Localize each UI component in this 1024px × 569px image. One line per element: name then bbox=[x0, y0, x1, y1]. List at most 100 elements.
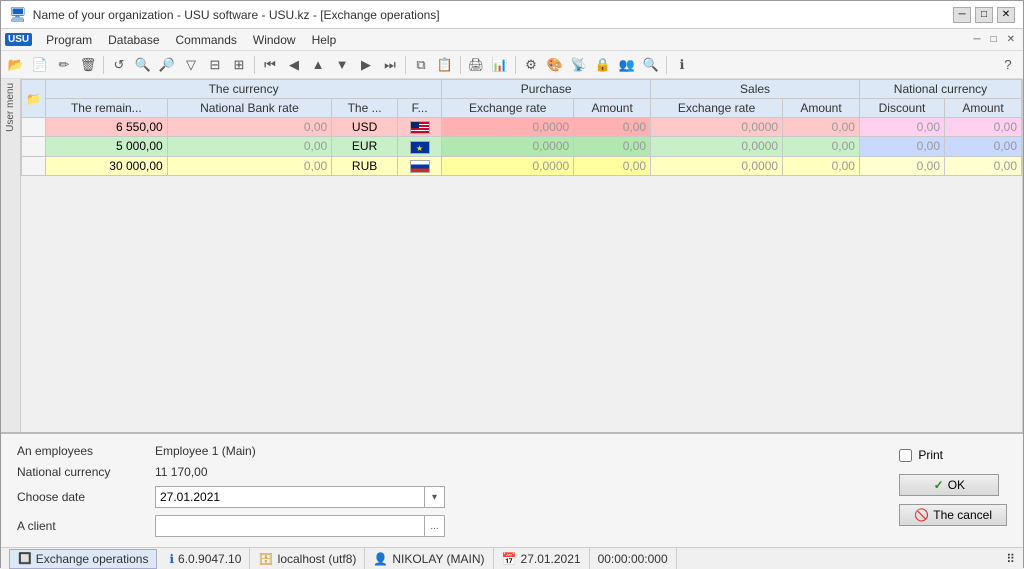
tb-nav-down[interactable]: ▼ bbox=[331, 54, 353, 76]
toolbar: 📂 📄 ✏ 🗑 ↺ 🔍 🔎 ▽ ⊟ ⊞ ⏮ ◀ ▲ ▼ ▶ ⏭ ⧉ 📋 🖨 📊 … bbox=[1, 51, 1023, 79]
tb-nav-last[interactable]: ⏭ bbox=[379, 54, 401, 76]
tb-theme[interactable]: 🎨 bbox=[544, 54, 566, 76]
col-discount: Discount bbox=[859, 99, 944, 118]
tb-refresh[interactable]: ↺ bbox=[108, 54, 130, 76]
tb-nav-first[interactable]: ⏮ bbox=[259, 54, 281, 76]
tb-info[interactable]: ℹ bbox=[671, 54, 693, 76]
tb-new[interactable]: 📄 bbox=[29, 54, 51, 76]
date-input[interactable] bbox=[156, 487, 424, 507]
cell-purchase-rate: 0,0000 bbox=[442, 118, 574, 137]
table-row[interactable]: 30 000,00 0,00 RUB 0,0000 0,00 0,0000 0,… bbox=[22, 156, 1022, 175]
date-dropdown-btn[interactable]: ▾ bbox=[424, 487, 444, 507]
tb-nav-up[interactable]: ▲ bbox=[307, 54, 329, 76]
cancel-button[interactable]: 🚫 The cancel bbox=[899, 504, 1007, 526]
menu-window[interactable]: Window bbox=[245, 31, 304, 49]
tb-nav-prev[interactable]: ◀ bbox=[283, 54, 305, 76]
cell-purchase-amount: 0,00 bbox=[574, 137, 651, 156]
menu-program[interactable]: Program bbox=[38, 31, 100, 49]
tb-filter[interactable]: ▽ bbox=[180, 54, 202, 76]
app-logo: USU bbox=[5, 33, 32, 46]
col-amount: Amount bbox=[945, 99, 1022, 118]
client-input-container[interactable]: ... bbox=[155, 515, 445, 537]
header-purchase-group: Purchase bbox=[442, 80, 651, 99]
menu-minimize[interactable]: ─ bbox=[969, 34, 984, 45]
tb-open[interactable]: 📂 bbox=[5, 54, 27, 76]
tb-group[interactable]: ⊞ bbox=[228, 54, 250, 76]
cell-purchase-rate: 0,0000 bbox=[442, 156, 574, 175]
cell-amount: 0,00 bbox=[945, 156, 1022, 175]
tb-settings[interactable]: ⚙ bbox=[520, 54, 542, 76]
cell-remain: 5 000,00 bbox=[45, 137, 167, 156]
tb-filter2[interactable]: ⊟ bbox=[204, 54, 226, 76]
table-row[interactable]: 6 550,00 0,00 USD 0,0000 0,00 0,0000 0,0… bbox=[22, 118, 1022, 137]
tb-help-right[interactable]: ? bbox=[997, 54, 1019, 76]
tb-search[interactable]: 🔍 bbox=[132, 54, 154, 76]
cell-purchase-amount: 0,00 bbox=[574, 118, 651, 137]
menu-bar: USU Program Database Commands Window Hel… bbox=[1, 29, 1023, 51]
date-icon: 📅 bbox=[502, 552, 517, 566]
tb-delete[interactable]: 🗑 bbox=[77, 54, 99, 76]
cell-flag bbox=[397, 156, 441, 175]
col-the: The ... bbox=[332, 99, 398, 118]
print-label: Print bbox=[918, 448, 943, 462]
close-button[interactable]: ✕ bbox=[997, 7, 1015, 23]
print-checkbox[interactable] bbox=[899, 449, 912, 462]
cell-sales-rate: 0,0000 bbox=[651, 156, 783, 175]
header-national-currency-group: National currency bbox=[859, 80, 1021, 99]
resize-handle[interactable]: ⠿ bbox=[1006, 552, 1019, 566]
table-subheader: The remain... National Bank rate The ...… bbox=[22, 99, 1022, 118]
user-menu-sidebar[interactable]: User menu bbox=[1, 79, 21, 432]
cell-nb-rate: 0,00 bbox=[167, 118, 332, 137]
minimize-button[interactable]: ─ bbox=[953, 7, 971, 23]
user-status: 👤 NIKOLAY (MAIN) bbox=[365, 548, 493, 569]
tb-copy[interactable]: ⧉ bbox=[410, 54, 432, 76]
choose-date-label: Choose date bbox=[17, 490, 147, 504]
col-flag: F... bbox=[397, 99, 441, 118]
cell-flag bbox=[397, 118, 441, 137]
menu-bar-controls: ─ □ ✕ bbox=[969, 34, 1019, 45]
cell-discount: 0,00 bbox=[859, 137, 944, 156]
bottom-form: An employees Employee 1 (Main) National … bbox=[1, 432, 1023, 547]
ok-button[interactable]: ✓ OK bbox=[899, 474, 999, 496]
tb-nav-next[interactable]: ▶ bbox=[355, 54, 377, 76]
client-label: A client bbox=[17, 519, 147, 533]
window-title: Name of your organization - USU software… bbox=[33, 8, 953, 22]
maximize-button[interactable]: □ bbox=[975, 7, 993, 23]
window-controls: ─ □ ✕ bbox=[953, 7, 1015, 23]
header-currency-group: The currency bbox=[45, 80, 441, 99]
tb-lock[interactable]: 🔒 bbox=[592, 54, 614, 76]
tb-users[interactable]: 👥 bbox=[616, 54, 638, 76]
cell-amount: 0,00 bbox=[945, 137, 1022, 156]
menu-close[interactable]: ✕ bbox=[1003, 34, 1019, 45]
ok-check-icon: ✓ bbox=[934, 478, 944, 492]
tab-label: Exchange operations bbox=[36, 552, 149, 566]
client-input[interactable] bbox=[156, 516, 424, 536]
cell-sales-amount: 0,00 bbox=[783, 156, 860, 175]
national-currency-value: 11 170,00 bbox=[155, 465, 208, 479]
menu-help[interactable]: Help bbox=[304, 31, 345, 49]
status-bar: 🔲 Exchange operations ℹ 6.0.9047.10 🗄 lo… bbox=[1, 547, 1023, 569]
col-nb-rate: National Bank rate bbox=[167, 99, 332, 118]
tb-print[interactable]: 🖨 bbox=[465, 54, 487, 76]
exchange-operations-tab[interactable]: 🔲 Exchange operations bbox=[9, 549, 157, 569]
toolbar-sep-6 bbox=[666, 56, 667, 74]
user-value: NIKOLAY (MAIN) bbox=[392, 552, 484, 566]
db-status: 🗄 localhost (utf8) bbox=[250, 548, 365, 569]
tb-network[interactable]: 📡 bbox=[568, 54, 590, 76]
menu-commands[interactable]: Commands bbox=[168, 31, 245, 49]
tb-search2[interactable]: 🔎 bbox=[156, 54, 178, 76]
menu-database[interactable]: Database bbox=[100, 31, 167, 49]
db-value: localhost (utf8) bbox=[278, 552, 357, 566]
table-row[interactable]: 5 000,00 0,00 EUR ★ 0,0000 0,00 0,0000 0… bbox=[22, 137, 1022, 156]
tb-paste[interactable]: 📋 bbox=[434, 54, 456, 76]
tb-find[interactable]: 🔍 bbox=[640, 54, 662, 76]
menu-restore[interactable]: □ bbox=[987, 34, 1001, 45]
cell-currency: EUR bbox=[332, 137, 398, 156]
time-value: 00:00:00:000 bbox=[598, 552, 668, 566]
tb-export[interactable]: 📊 bbox=[489, 54, 511, 76]
table-section: User menu 📁 The currency Purchase Sales … bbox=[1, 79, 1023, 432]
client-dots-btn[interactable]: ... bbox=[424, 516, 444, 536]
tb-edit[interactable]: ✏ bbox=[53, 54, 75, 76]
user-menu-label: User menu bbox=[5, 83, 16, 132]
date-input-container[interactable]: ▾ bbox=[155, 486, 445, 508]
